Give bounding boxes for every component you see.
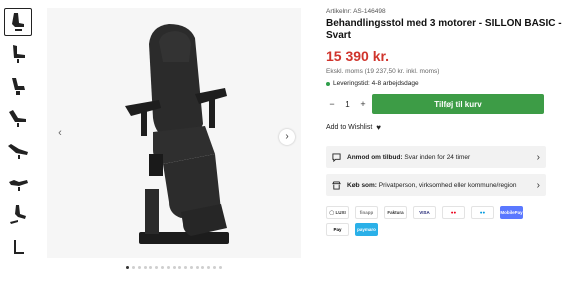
- thumbnail-4[interactable]: [4, 104, 32, 132]
- gallery-dot[interactable]: [143, 266, 147, 270]
- gallery-prev-arrow[interactable]: ‹: [53, 126, 67, 140]
- thumbnail-list: [4, 8, 34, 264]
- payment-badge: Faktura: [384, 206, 407, 219]
- product-gallery: ‹ ›: [47, 8, 301, 270]
- chevron-right-icon: ›: [536, 151, 540, 163]
- payment-badge: VISA: [413, 206, 436, 219]
- payment-badge: MobilePay: [500, 206, 523, 219]
- payment-badge: Pay: [326, 223, 349, 236]
- chat-icon: [332, 152, 341, 162]
- gallery-dot[interactable]: [195, 266, 199, 270]
- request-offer-strong: Anmod om tilbud:: [347, 153, 403, 161]
- payment-badge: ●●: [471, 206, 494, 219]
- gallery-dot[interactable]: [126, 266, 130, 270]
- gallery-pagination: [47, 259, 301, 270]
- wishlist-label: Add to Wishlist: [326, 124, 373, 131]
- buy-as-text: Køb som: Privatperson, virksomhed eller …: [347, 182, 537, 189]
- chevron-right-icon: ›: [536, 179, 540, 191]
- gallery-dot[interactable]: [201, 266, 205, 270]
- delivery-time: Leveringstid: 4-8 arbejdsdage: [326, 80, 572, 87]
- request-offer-box[interactable]: Anmod om tilbud: Svar inden for 24 timer…: [326, 146, 546, 168]
- price-excl-vat: Ekskl. moms (19 237,50 kr. inkl. moms): [326, 68, 440, 75]
- in-stock-dot-icon: [326, 81, 330, 86]
- thumbnail-5[interactable]: [4, 136, 32, 164]
- gallery-dot[interactable]: [160, 266, 164, 270]
- request-offer-text: Anmod om tilbud: Svar inden for 24 timer: [347, 154, 537, 161]
- gallery-next-arrow[interactable]: ›: [279, 129, 295, 145]
- thumbnail-2[interactable]: [4, 40, 32, 68]
- thumbnail-7[interactable]: [4, 200, 32, 228]
- product-price: 15 390 kr.: [326, 48, 390, 64]
- buy-as-detail: Privatperson, virksomhed eller kommune/r…: [376, 181, 517, 189]
- thumbnail-6[interactable]: [4, 168, 32, 196]
- store-icon: [332, 180, 341, 190]
- payment-badge: ◯ LUXI: [326, 206, 349, 219]
- gallery-dot[interactable]: [212, 266, 216, 270]
- add-to-cart-button[interactable]: Tilføj til kurv: [372, 94, 544, 114]
- request-offer-detail: Svar inden for 24 timer: [402, 153, 471, 161]
- gallery-dot[interactable]: [184, 266, 188, 270]
- product-image: [125, 24, 229, 244]
- gallery-dot[interactable]: [172, 266, 176, 270]
- gallery-dot[interactable]: [166, 266, 170, 270]
- thumbnail-1[interactable]: [4, 8, 32, 36]
- quantity-value[interactable]: 1: [345, 100, 349, 109]
- payment-badge: ●●: [442, 206, 465, 219]
- buy-as-box[interactable]: Køb som: Privatperson, virksomhed eller …: [326, 174, 546, 196]
- gallery-dot[interactable]: [207, 266, 211, 270]
- quantity-stepper: − 1 +: [326, 94, 369, 114]
- gallery-dot[interactable]: [137, 266, 141, 270]
- payment-badge: finapp: [355, 206, 378, 219]
- quantity-decrease-button[interactable]: −: [326, 99, 338, 109]
- payment-methods: ◯ LUXI finapp Faktura VISA ●● ●● MobilePay Pay…: [326, 206, 546, 236]
- heart-icon: ♥: [376, 123, 382, 132]
- buy-row: − 1 + Tilføj til kurv: [326, 94, 572, 114]
- buy-as-strong: Køb som:: [347, 181, 377, 189]
- thumbnail-3[interactable]: [4, 72, 32, 100]
- product-info: Artikelnr: AS-146498 Behandlingsstol med…: [326, 8, 572, 236]
- gallery-dot[interactable]: [218, 266, 222, 270]
- gallery-dot[interactable]: [189, 266, 193, 270]
- payment-badge: paymaro: [355, 223, 378, 236]
- delivery-text: Leveringstid: 4-8 arbejdsdage: [333, 80, 419, 87]
- gallery-dot[interactable]: [149, 266, 153, 270]
- quantity-increase-button[interactable]: +: [357, 99, 369, 109]
- add-to-wishlist-link[interactable]: Add to Wishlist ♥: [326, 123, 572, 132]
- gallery-dot[interactable]: [132, 266, 136, 270]
- product-title: Behandlingsstol med 3 motorer - SILLON B…: [326, 18, 562, 41]
- gallery-dot[interactable]: [155, 266, 159, 270]
- article-number: Artikelnr: AS-146498: [326, 8, 386, 15]
- thumbnail-8[interactable]: [4, 232, 32, 260]
- gallery-dot[interactable]: [178, 266, 182, 270]
